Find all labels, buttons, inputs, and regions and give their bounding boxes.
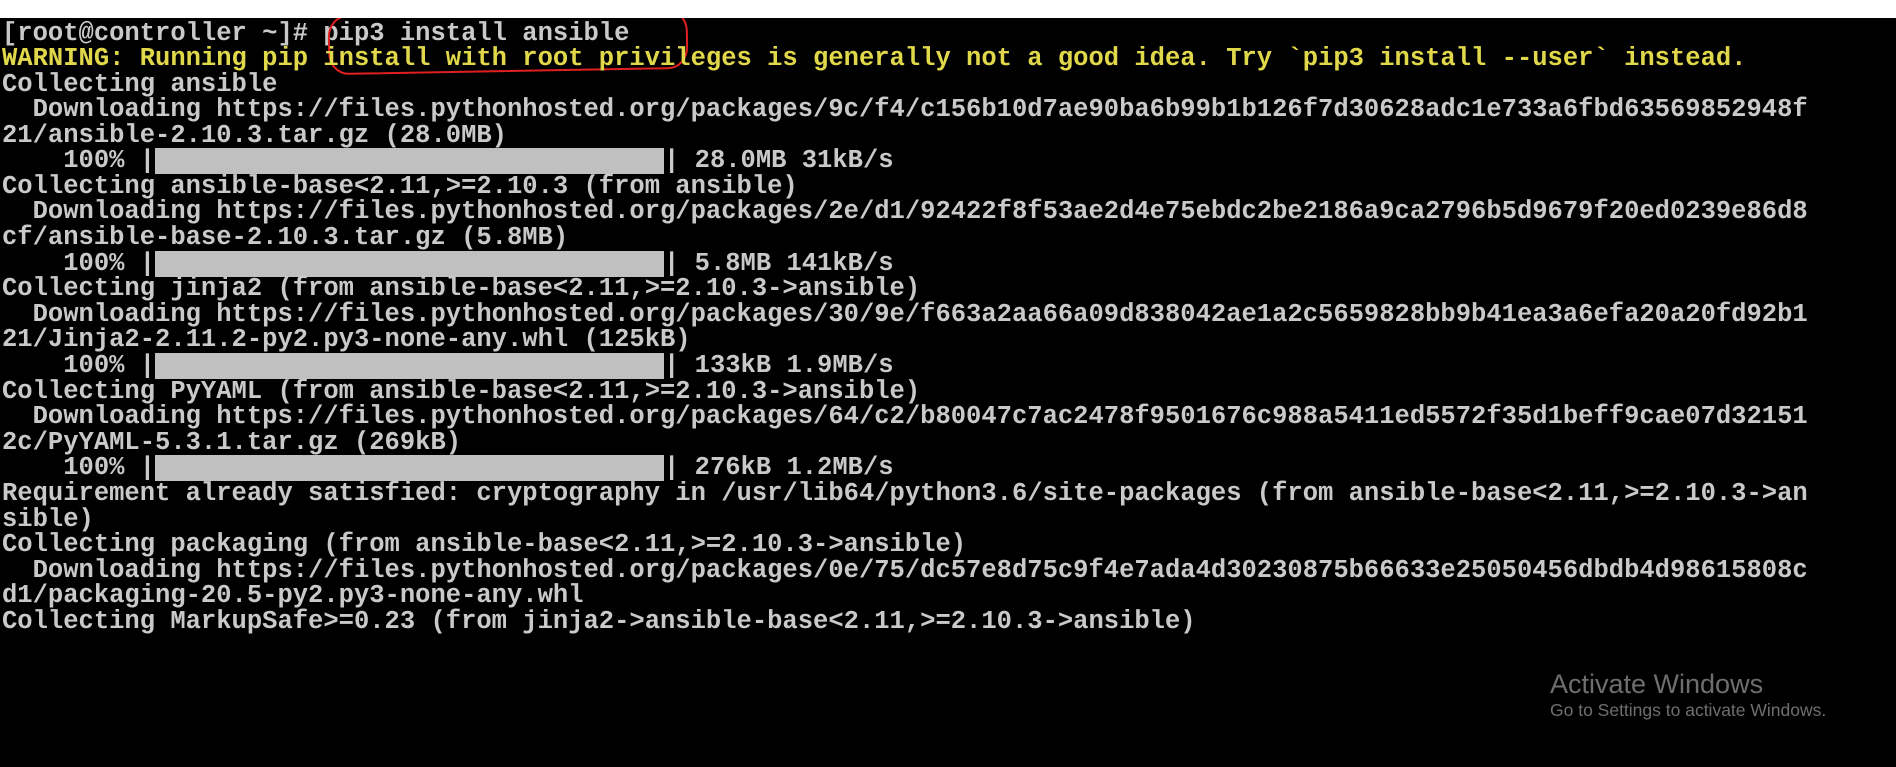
watermark-subtitle: Go to Settings to activate Windows. (1550, 700, 1827, 721)
activate-windows-watermark: Activate Windows Go to Settings to activ… (1550, 668, 1826, 721)
top-strip (0, 0, 1896, 18)
watermark-title: Activate Windows (1550, 669, 1764, 699)
output-line: Collecting MarkupSafe>=0.23 (from jinja2… (2, 607, 1196, 636)
output-line: Requirement already satisfied: cryptogra… (2, 479, 1808, 508)
progress-bar (155, 147, 665, 174)
terminal-window[interactable]: [root@controller ~]# pip3 install ansibl… (0, 18, 1896, 767)
progress-bar (155, 352, 665, 379)
progress-bar (155, 454, 665, 481)
